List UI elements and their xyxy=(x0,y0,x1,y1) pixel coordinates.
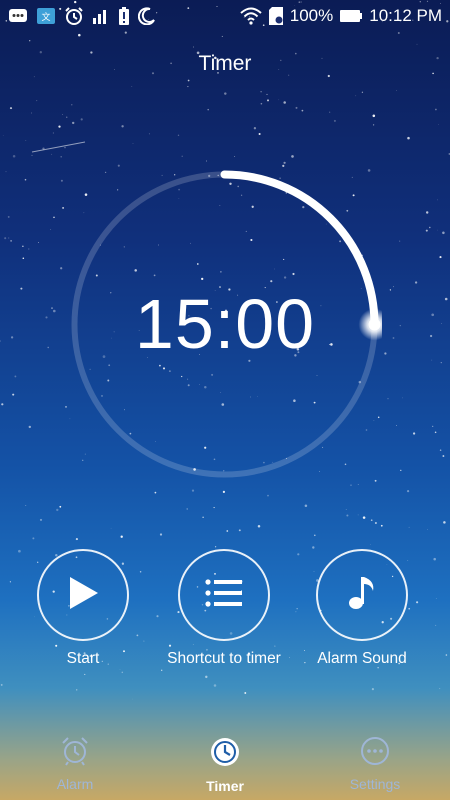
svg-text:文: 文 xyxy=(41,11,50,23)
nav-label-settings: Settings xyxy=(349,776,401,792)
alarm-clock-icon xyxy=(64,6,84,26)
timer-display: 15:00 xyxy=(134,285,316,363)
settings-icon xyxy=(360,736,390,771)
timer-icon xyxy=(209,736,241,773)
moon-icon xyxy=(138,7,156,25)
nav-item-alarm[interactable]: Alarm xyxy=(15,736,135,792)
nav-item-timer[interactable]: Timer xyxy=(165,736,285,794)
sd-card-icon xyxy=(268,6,284,26)
battery-percent: 100% xyxy=(289,6,334,25)
nav-label-alarm: Alarm xyxy=(56,776,94,792)
bottom-navigation: Alarm Timer Settings xyxy=(0,730,450,800)
shortcut-to-timer-button[interactable] xyxy=(178,549,270,641)
clock-time: 10:12 PM xyxy=(369,6,442,25)
alarm-sound-button[interactable] xyxy=(316,549,408,641)
start-button[interactable] xyxy=(37,549,129,641)
signal-icon xyxy=(92,6,110,26)
status-bar: 文 100% 10:12 PM xyxy=(0,0,450,32)
message-icon xyxy=(8,8,28,24)
play-icon xyxy=(66,575,100,616)
alarm-clock-icon xyxy=(60,736,90,771)
app-icon: 文 xyxy=(36,7,56,25)
list-icon xyxy=(205,578,243,613)
battery-icon xyxy=(339,9,363,23)
alarm-sound-label: Alarm Sound xyxy=(317,650,407,667)
page-title: Timer xyxy=(198,52,252,75)
music-note-icon xyxy=(347,575,377,616)
nav-item-settings[interactable]: Settings xyxy=(315,736,435,792)
battery-alert-icon xyxy=(118,6,130,26)
nav-label-timer: Timer xyxy=(206,778,244,794)
wifi-icon xyxy=(240,7,262,25)
